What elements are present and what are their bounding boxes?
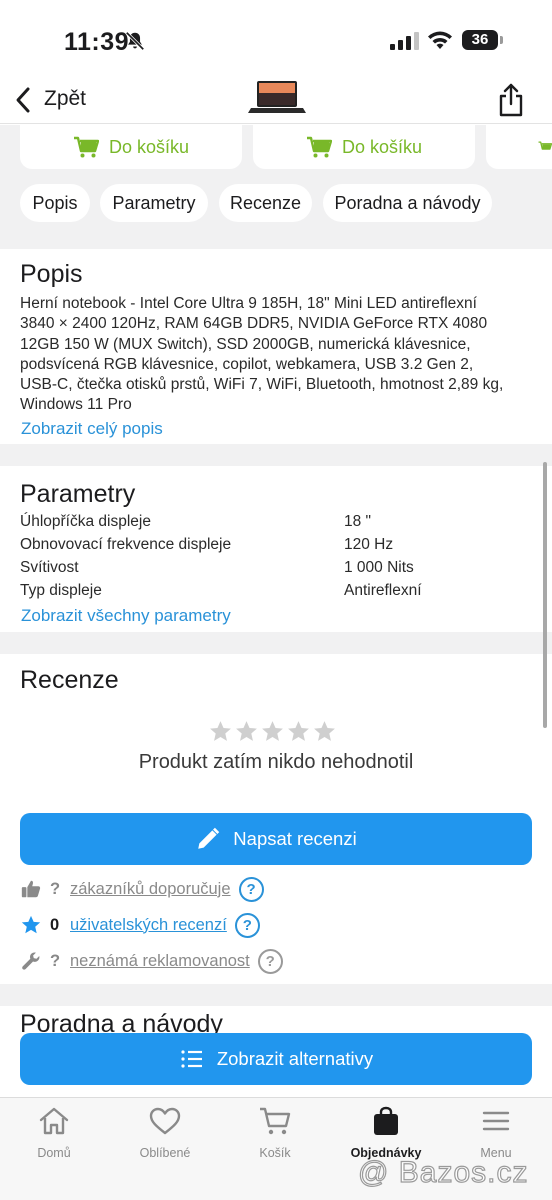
parameters-section: Parametry Úhlopříčka displeje 18 " Obnov…: [0, 466, 552, 632]
help-icon[interactable]: ?: [257, 948, 283, 974]
add-to-cart-button[interactable]: Do košíku: [253, 125, 475, 169]
share-icon[interactable]: [496, 82, 526, 118]
tab-favorites[interactable]: Oblíbené: [120, 1106, 210, 1160]
cart-icon: [260, 1107, 291, 1135]
write-review-button[interactable]: Napsat recenzi: [20, 813, 532, 865]
description-line: Herní notebook - Intel Core Ultra 9 185H…: [20, 295, 477, 312]
parameter-row: Obnovovací frekvence displeje 120 Hz: [20, 536, 540, 554]
bag-icon: [374, 1106, 398, 1135]
cart-label: Do košíku: [341, 136, 423, 157]
bell-off-icon: [125, 31, 145, 51]
add-to-cart-button[interactable]: [486, 125, 552, 169]
list-icon: [181, 1050, 202, 1068]
description-line: podsvícená RGB klávesnice, copilot, webk…: [20, 355, 474, 373]
write-review-label: Napsat recenzi: [233, 828, 357, 849]
star-icon: [21, 915, 41, 934]
wifi-icon: [428, 31, 452, 49]
parameter-row: Úhlopříčka displeje 18 ": [20, 513, 540, 531]
battery-indicator: 36: [462, 30, 498, 50]
description-section: Popis Herní notebook - Intel Core Ultra …: [0, 249, 552, 444]
cart-label: Do košíku: [108, 136, 190, 157]
parameter-row: Svítivost 1 000 Nits: [20, 559, 540, 577]
claims-stat: ? neznámá reklamovanost ?: [20, 947, 283, 975]
add-to-cart-button[interactable]: Do košíku: [20, 125, 242, 169]
section-divider: [0, 632, 552, 654]
parameter-row: Typ displeje Antireflexní: [20, 582, 540, 600]
parameter-name: Úhlopříčka displeje: [20, 513, 151, 530]
scrollbar[interactable]: [543, 462, 547, 728]
star-icon: [210, 721, 231, 741]
pencil-icon: [198, 827, 220, 849]
parameter-value: 1 000 Nits: [344, 559, 414, 576]
cart-icon: [73, 136, 99, 158]
rating-stars: [208, 719, 337, 744]
description-line: Windows 11 Pro: [20, 396, 132, 414]
no-rating-text: Produkt zatím nikdo nehodnotil: [138, 751, 414, 773]
tab-popis[interactable]: Popis: [20, 184, 90, 222]
tab-label: Domů: [37, 1146, 71, 1160]
status-time: 11:39: [64, 28, 130, 56]
home-icon: [39, 1107, 69, 1135]
section-divider: [0, 984, 552, 1006]
show-alternatives-label: Zobrazit alternativy: [216, 1048, 374, 1069]
tab-menu[interactable]: Menu: [451, 1106, 541, 1160]
section-title: Parametry: [20, 480, 136, 508]
battery-tip: [500, 36, 503, 44]
nav-bar: Zpět: [0, 78, 552, 124]
tab-cart[interactable]: Košík: [230, 1106, 320, 1160]
watermark: @ Bazos.cz: [357, 1155, 529, 1189]
tab-home[interactable]: Domů: [9, 1106, 99, 1160]
claims-link[interactable]: neznámá reklamovanost: [70, 952, 250, 971]
description-line: USB-C, čtečka otisků prstů, WiFi 7, WiFi…: [20, 376, 504, 394]
tab-orders[interactable]: Objednávky: [341, 1106, 431, 1160]
status-bar: 11:39 36: [0, 0, 552, 80]
tab-label: Oblíbené: [139, 1146, 191, 1160]
back-chevron-icon[interactable]: [14, 86, 32, 114]
tab-label: Košík: [259, 1146, 291, 1160]
menu-icon: [482, 1111, 510, 1131]
user-reviews-link[interactable]: uživatelských recenzí: [70, 916, 227, 935]
section-title: Recenze: [20, 666, 119, 694]
tab-poradna[interactable]: Poradna a návody: [323, 184, 492, 222]
user-reviews-stat: 0 uživatelských recenzí ?: [20, 911, 260, 939]
show-full-description-link[interactable]: Zobrazit celý popis: [21, 419, 163, 439]
heart-icon: [149, 1107, 181, 1135]
star-icon: [262, 721, 283, 741]
parameter-name: Typ displeje: [20, 582, 102, 599]
help-icon[interactable]: ?: [234, 912, 260, 938]
star-icon: [314, 721, 335, 741]
star-icon: [288, 721, 309, 741]
parameter-value: 18 ": [344, 513, 372, 530]
section-divider: [0, 444, 552, 466]
parameter-name: Obnovovací frekvence displeje: [20, 536, 232, 553]
section-title: Popis: [20, 260, 83, 288]
description-line: 12GB 150 W (MUX Switch), SSD 2000GB, num…: [20, 335, 471, 353]
description-text: Herní notebook - Intel Core Ultra 9 185H…: [20, 294, 540, 416]
recommend-count: ?: [50, 879, 61, 898]
recommend-link[interactable]: zákazníků doporučuje: [70, 880, 231, 899]
recommend-stat: ? zákazníků doporučuje ?: [20, 875, 264, 903]
parameter-value: Antireflexní: [344, 582, 422, 599]
show-all-parameters-link[interactable]: Zobrazit všechny parametry: [21, 606, 231, 626]
description-line: 3840 × 2400 120Hz, RAM 64GB DDR5, NVIDIA…: [20, 315, 488, 333]
cart-icon: [306, 136, 332, 158]
tab-parametry[interactable]: Parametry: [100, 184, 208, 222]
thumbs-up-icon: [21, 880, 41, 898]
claims-count: ?: [50, 951, 61, 970]
parameter-value: 120 Hz: [344, 536, 394, 553]
star-icon: [236, 721, 257, 741]
parameter-name: Svítivost: [20, 559, 79, 576]
wrench-icon: [22, 952, 40, 970]
cart-icon: [538, 141, 552, 150]
back-button[interactable]: Zpět: [44, 87, 86, 111]
tab-recenze[interactable]: Recenze: [219, 184, 312, 222]
user-reviews-count: 0: [50, 915, 60, 934]
help-icon[interactable]: ?: [238, 876, 264, 902]
show-alternatives-button[interactable]: Zobrazit alternativy: [20, 1033, 532, 1085]
product-thumbnail: [248, 81, 306, 113]
signal-icon: [390, 32, 419, 50]
